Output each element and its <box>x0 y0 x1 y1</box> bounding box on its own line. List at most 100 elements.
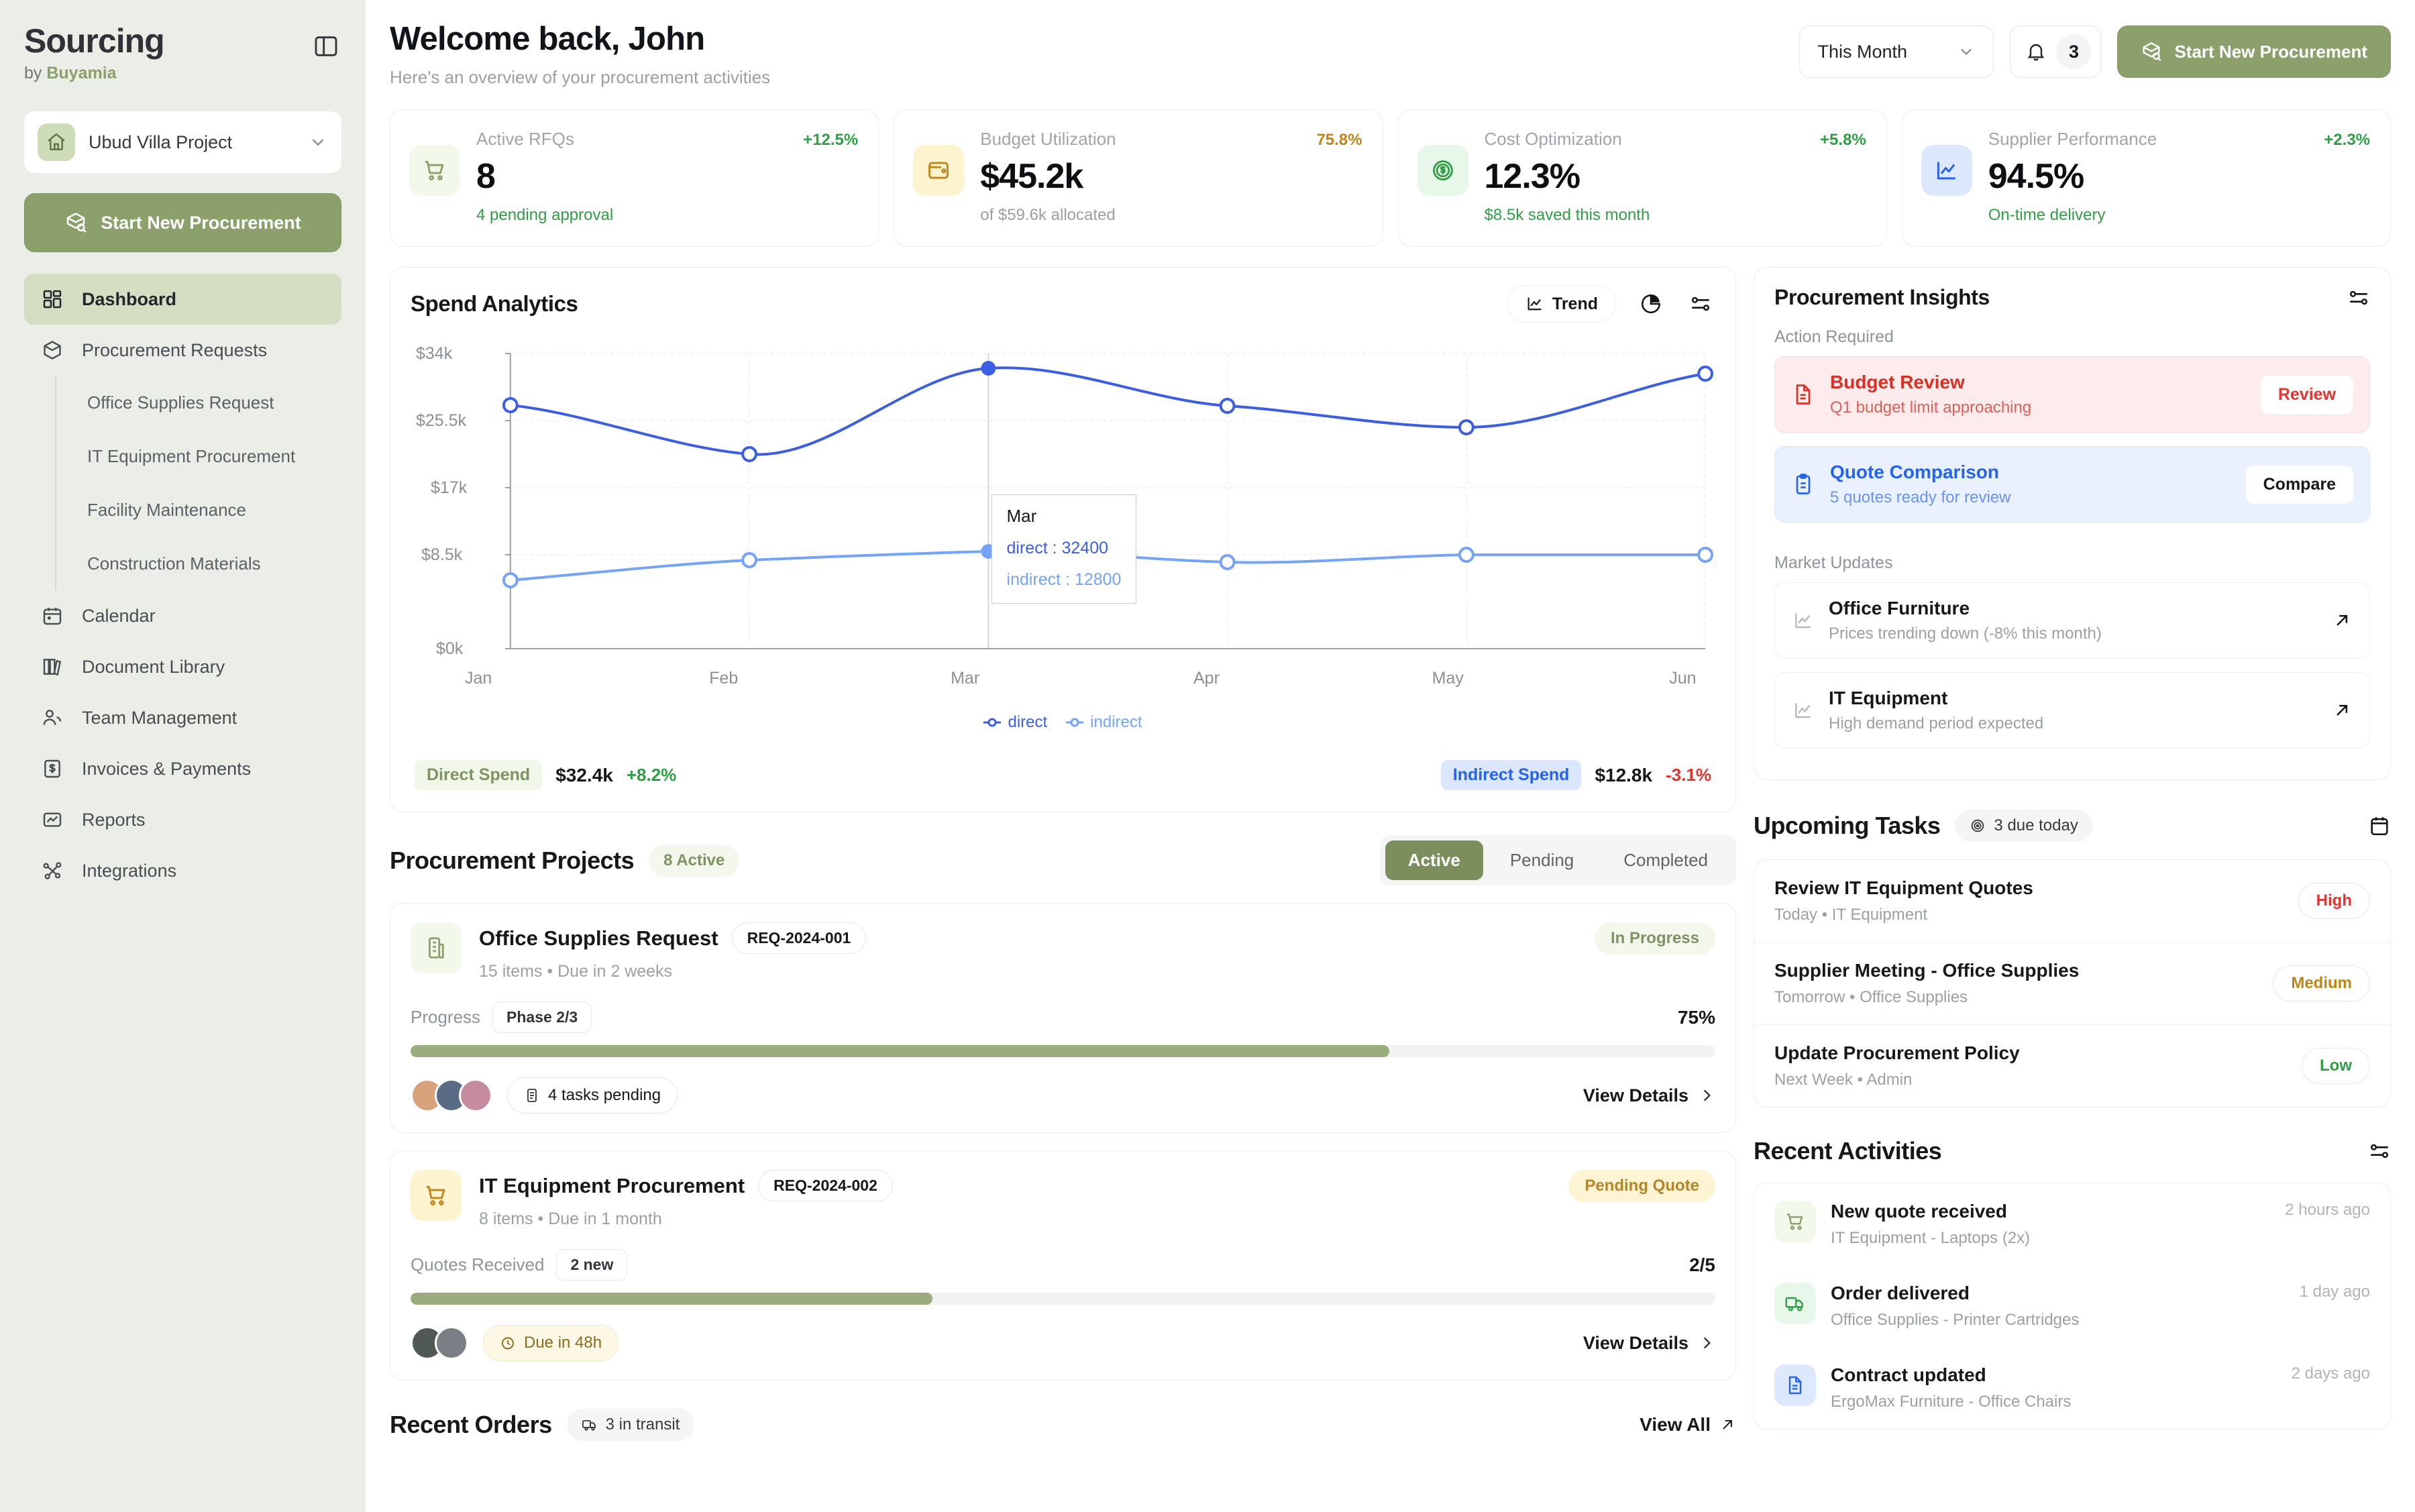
sidebar-start-procurement-button[interactable]: Start New Procurement <box>24 193 341 252</box>
insight-title: Quote Comparison <box>1830 462 2000 482</box>
tasks-pending-tag[interactable]: 4 tasks pending <box>507 1077 678 1114</box>
start-procurement-button[interactable]: Start New Procurement <box>2117 25 2391 78</box>
app-title: Sourcing <box>24 22 165 60</box>
chart-legend: direct indirect <box>411 713 1715 732</box>
chart-toolbar: Trend <box>1507 285 1715 323</box>
kpi-card-budget-utilization[interactable]: Budget Utilization 75.8% $45.2k of $59.6… <box>894 109 1383 247</box>
legend-item-indirect[interactable]: indirect <box>1066 713 1142 732</box>
trend-label: Trend <box>1552 294 1598 313</box>
market-update-office-furniture[interactable]: Office Furniture Prices trending down (-… <box>1774 582 2370 659</box>
sidebar-item-invoices-payments[interactable]: Invoices & Payments <box>24 743 341 794</box>
avatar <box>435 1326 468 1360</box>
due-today-label: 3 due today <box>1994 816 2078 834</box>
view-details-button[interactable]: View Details <box>1583 1085 1715 1106</box>
priority-badge: Medium <box>2273 965 2370 1002</box>
phase-badge: Phase 2/3 <box>492 1002 592 1033</box>
sidebar-item-reports[interactable]: Reports <box>24 794 341 845</box>
trend-icon <box>1792 610 1814 631</box>
arrow-up-right-icon <box>2337 704 2348 716</box>
due-in-tag[interactable]: Due in 48h <box>483 1325 619 1361</box>
period-select[interactable]: This Month <box>1799 25 1994 78</box>
project-card[interactable]: IT Equipment Procurement REQ-2024-002 8 … <box>390 1150 1736 1381</box>
compare-button[interactable]: Compare <box>2245 465 2353 504</box>
trend-toggle-button[interactable]: Trend <box>1507 285 1616 323</box>
cart-icon <box>409 145 460 196</box>
activity-row[interactable]: New quote received IT Equipment - Laptop… <box>1754 1183 2390 1265</box>
insights-title: Procurement Insights <box>1774 285 1990 309</box>
task-row[interactable]: Update Procurement Policy Next Week • Ad… <box>1754 1025 2390 1107</box>
projects-title: Procurement Projects <box>390 846 635 874</box>
tab-completed[interactable]: Completed <box>1601 841 1731 880</box>
line-chart-icon <box>1525 294 1544 313</box>
insights-settings-icon[interactable] <box>2347 286 2370 309</box>
review-button[interactable]: Review <box>2260 375 2353 414</box>
projects-tabs: Active Pending Completed <box>1379 835 1736 885</box>
project-selector[interactable]: Ubud Villa Project <box>24 111 341 173</box>
in-transit-label: 3 in transit <box>605 1415 680 1434</box>
document-icon <box>1774 1364 1816 1406</box>
kpi-card-cost-optimization[interactable]: Cost Optimization +5.8% 12.3% $8.5k save… <box>1397 109 1887 247</box>
view-details-button[interactable]: View Details <box>1583 1333 1715 1354</box>
sidebar-item-office-supplies-request[interactable]: Office Supplies Request <box>56 376 341 429</box>
activity-row[interactable]: Order delivered Office Supplies - Printe… <box>1754 1265 2390 1347</box>
legend-item-direct[interactable]: direct <box>983 713 1047 732</box>
insight-quote-comparison[interactable]: Quote Comparison 5 quotes ready for revi… <box>1774 446 2370 523</box>
market-updates-label: Market Updates <box>1774 553 1893 572</box>
sidebar-item-document-library[interactable]: Document Library <box>24 641 341 692</box>
recent-activities-header: Recent Activities <box>1754 1137 2391 1165</box>
content-grid: Spend Analytics Trend $34k $25.5k $17k $… <box>390 267 2391 1441</box>
topbar-actions: This Month 3 Start New Procurement <box>1799 20 2391 78</box>
project-card[interactable]: Office Supplies Request REQ-2024-001 15 … <box>390 903 1736 1133</box>
task-row[interactable]: Review IT Equipment Quotes Today • IT Eq… <box>1754 860 2390 942</box>
tab-pending[interactable]: Pending <box>1487 841 1597 880</box>
panel-toggle-icon[interactable] <box>311 31 341 62</box>
insight-budget-review[interactable]: Budget Review Q1 budget limit approachin… <box>1774 356 2370 433</box>
task-meta: Next Week • Admin <box>1774 1071 1913 1089</box>
kpi-card-supplier-performance[interactable]: Supplier Performance +2.3% 94.5% On-time… <box>1901 109 2391 247</box>
spend-analytics-header: Spend Analytics Trend <box>411 285 1715 323</box>
insight-subtitle: Q1 budget limit approaching <box>1830 398 2032 417</box>
sidebar-item-construction-materials[interactable]: Construction Materials <box>56 537 341 590</box>
activity-subtitle: IT Equipment - Laptops (2x) <box>1831 1229 2031 1247</box>
sidebar-item-calendar[interactable]: Calendar <box>24 590 341 641</box>
kpi-footnote: 4 pending approval <box>476 206 614 224</box>
kpi-card-active-rfqs[interactable]: Active RFQs +12.5% 8 4 pending approval <box>390 109 879 247</box>
notifications-button[interactable]: 3 <box>2010 25 2102 78</box>
calendar-icon[interactable] <box>2368 814 2391 837</box>
market-title: Office Furniture <box>1829 598 1970 618</box>
task-row[interactable]: Supplier Meeting - Office Supplies Tomor… <box>1754 942 2390 1025</box>
chevron-down-icon <box>308 132 328 152</box>
sidebar-item-dashboard[interactable]: Dashboard <box>24 274 341 325</box>
view-all-orders-button[interactable]: View All <box>1640 1414 1736 1436</box>
progress-label: Progress <box>411 1007 481 1027</box>
upcoming-tasks-title: Upcoming Tasks <box>1754 812 1941 839</box>
legend-marker-icon <box>1066 718 1084 727</box>
market-update-it-equipment[interactable]: IT Equipment High demand period expected <box>1774 672 2370 749</box>
activities-settings-icon[interactable] <box>2368 1140 2391 1163</box>
insight-title: Budget Review <box>1830 372 1965 392</box>
progress-bar <box>411 1045 1715 1057</box>
indirect-spend-amount: $12.8k <box>1595 764 1653 786</box>
sidebar-item-it-equipment-procurement[interactable]: IT Equipment Procurement <box>56 429 341 483</box>
activity-row[interactable]: Contract updated ErgoMax Furniture - Off… <box>1754 1347 2390 1429</box>
legend-label-indirect: indirect <box>1090 713 1142 731</box>
activity-subtitle: ErgoMax Furniture - Office Chairs <box>1831 1393 2072 1411</box>
chart-settings-icon[interactable] <box>1686 289 1715 319</box>
progress-value: 75% <box>1677 1006 1715 1028</box>
recent-activities-card: New quote received IT Equipment - Laptop… <box>1754 1183 2391 1429</box>
pie-chart-icon[interactable] <box>1636 289 1666 319</box>
calendar-icon <box>40 604 64 628</box>
activity-title: New quote received <box>1831 1201 2007 1222</box>
due-today-badge: 3 due today <box>1955 810 2093 842</box>
chart-icon <box>40 808 64 832</box>
sidebar-item-integrations[interactable]: Integrations <box>24 845 341 896</box>
kpi-label: Supplier Performance <box>1988 129 2157 149</box>
project-name: IT Equipment Procurement <box>479 1173 745 1197</box>
sidebar-item-team-management[interactable]: Team Management <box>24 692 341 743</box>
sidebar-item-procurement-requests[interactable]: Procurement Requests <box>24 325 341 376</box>
priority-badge: Low <box>2302 1048 2370 1084</box>
tab-active[interactable]: Active <box>1385 841 1483 880</box>
sidebar-item-facility-maintenance[interactable]: Facility Maintenance <box>56 483 341 537</box>
kpi-value: 8 <box>476 157 496 196</box>
period-select-value: This Month <box>1817 41 1908 62</box>
